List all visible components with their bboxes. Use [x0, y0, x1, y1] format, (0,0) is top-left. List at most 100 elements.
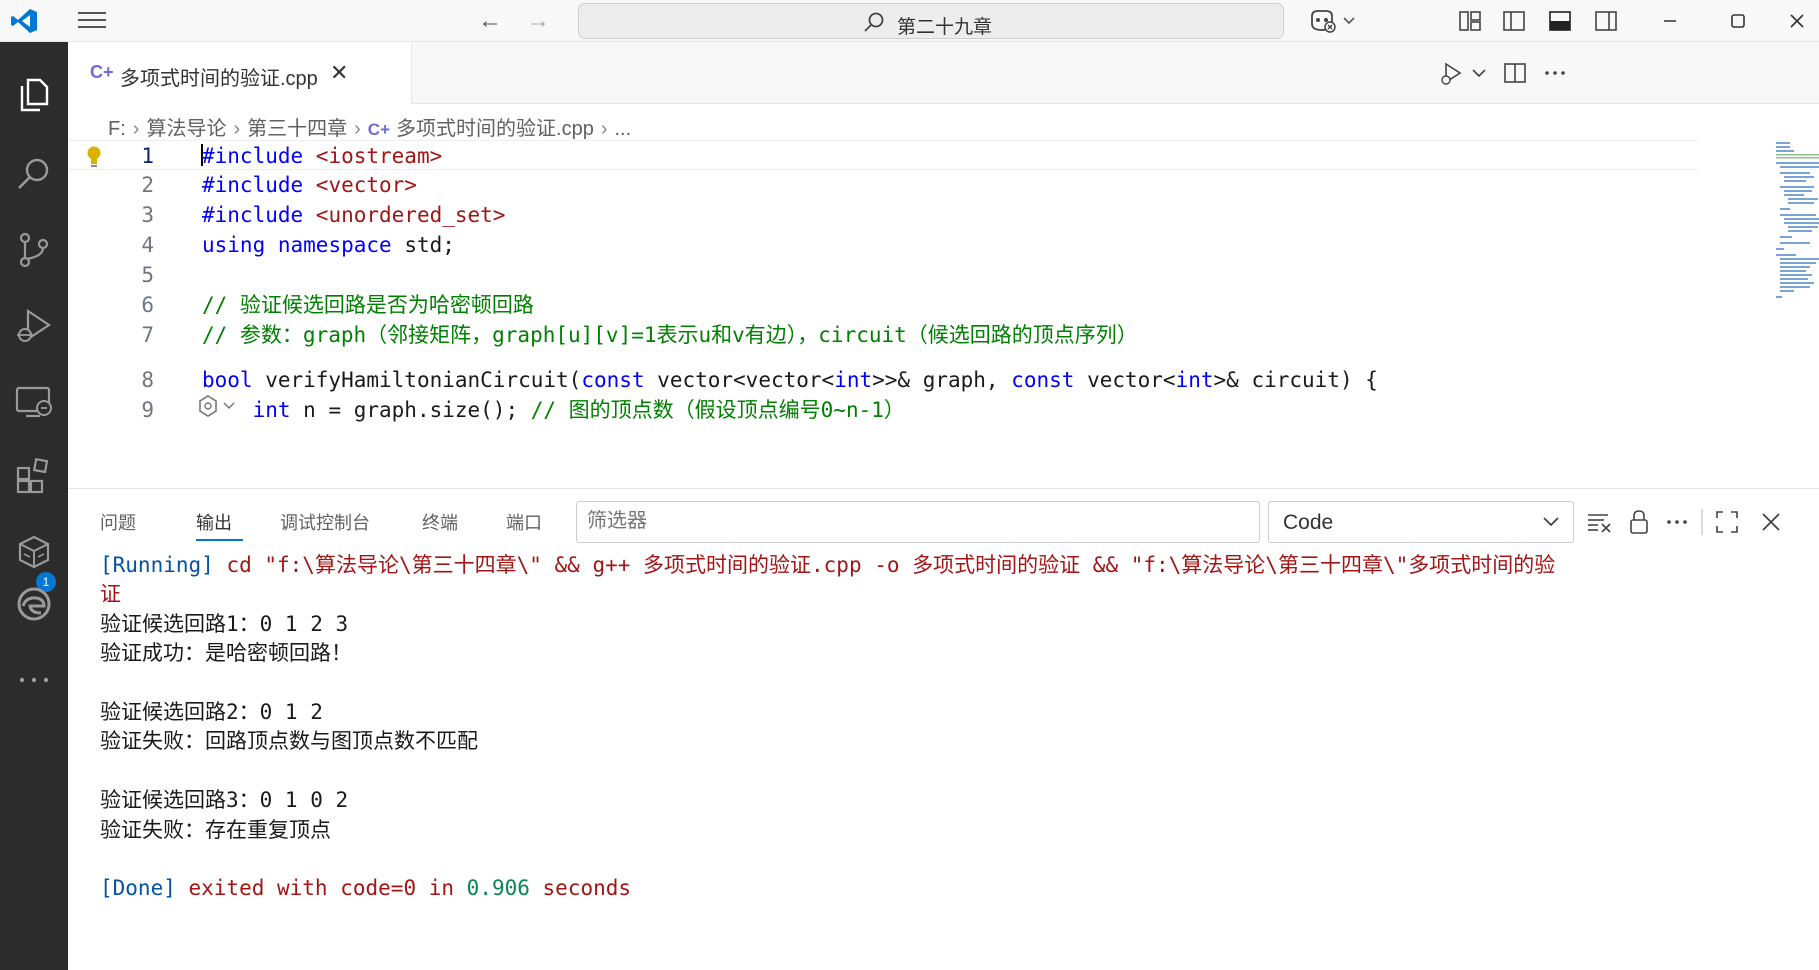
- breadcrumb-folder[interactable]: 算法导论: [146, 112, 226, 141]
- code-line[interactable]: 5: [68, 260, 1698, 290]
- code-token: bool: [202, 368, 253, 392]
- lock-scroll-icon[interactable]: [1626, 509, 1652, 535]
- run-debug-icon[interactable]: [14, 306, 54, 346]
- output-token: 0.906: [466, 876, 530, 901]
- filter-box[interactable]: [576, 501, 1260, 543]
- output-line: [Running] cd "f:\算法导论\第三十四章\" && g++ 多项式…: [100, 551, 1800, 580]
- toggle-panel-icon[interactable]: [1548, 9, 1572, 33]
- customize-layout-icon[interactable]: [1458, 9, 1482, 33]
- code-token: #include: [202, 173, 316, 197]
- vscode-logo-icon: [11, 9, 37, 33]
- code-line[interactable]: 4 using namespace std;: [68, 230, 1698, 260]
- code-token: vector<: [1074, 368, 1176, 392]
- line-text: int n = graph.size(); // 图的顶点数（假设顶点编号0~n…: [202, 395, 905, 425]
- line-text: using namespace std;: [202, 230, 455, 260]
- output-token: 验证候选回路2：0 1 2: [100, 699, 323, 724]
- toggle-primary-sidebar-icon[interactable]: [1502, 9, 1526, 33]
- toggle-secondary-sidebar-icon[interactable]: [1594, 9, 1618, 33]
- tab-debug-console[interactable]: 调试控制台: [280, 509, 370, 535]
- output-token: cd "f:\算法导论\第三十四章\" && g++ 多项式时间的验证.cpp …: [213, 553, 1556, 577]
- tab-problems[interactable]: 问题: [100, 509, 136, 535]
- output-channel-select[interactable]: Code: [1268, 501, 1574, 543]
- output-line: 验证失败：回路顶点数与图顶点数不匹配: [100, 727, 1800, 756]
- code-token: int: [834, 368, 873, 392]
- line-number: 2: [141, 173, 154, 197]
- maximize-icon[interactable]: [1727, 10, 1749, 32]
- code-line[interactable]: 9 int n = graph.size(); // 图的顶点数（假设顶点编号0…: [68, 395, 1698, 425]
- more-actions-icon[interactable]: [1542, 60, 1568, 86]
- chevron-right-icon: ›: [354, 118, 361, 140]
- testing-box-icon[interactable]: [14, 532, 54, 572]
- split-editor-icon[interactable]: [1502, 60, 1528, 86]
- breadcrumb-drive[interactable]: F:: [108, 118, 126, 141]
- chevron-right-icon: ›: [233, 118, 241, 140]
- code-token: int: [252, 398, 291, 422]
- code-token: <unordered_set>: [315, 203, 506, 227]
- output-line: 证: [100, 580, 1800, 609]
- edge-browser-icon[interactable]: [14, 584, 54, 624]
- code-token: <vector>: [315, 173, 417, 197]
- close-window-icon[interactable]: [1786, 10, 1808, 32]
- code-line[interactable]: 1 #include <iostream>: [68, 140, 1698, 170]
- forward-arrow-icon[interactable]: →: [526, 9, 550, 33]
- code-line[interactable]: 3 #include <unordered_set>: [68, 200, 1698, 230]
- output-log[interactable]: [Running] cd "f:\算法导论\第三十四章\" && g++ 多项式…: [100, 551, 1800, 904]
- activity-bar: 1: [0, 42, 68, 970]
- line-number: 4: [141, 233, 154, 257]
- output-token: [Running]: [100, 553, 214, 577]
- code-line[interactable]: 8 bool verifyHamiltonianCircuit(const vec…: [68, 365, 1698, 395]
- code-line[interactable]: 2 #include <vector>: [68, 170, 1698, 200]
- code-token: >>& graph,: [872, 368, 1012, 392]
- extensions-icon[interactable]: [14, 456, 54, 496]
- remote-explorer-icon[interactable]: [14, 382, 54, 422]
- minimize-icon[interactable]: [1659, 10, 1681, 32]
- code-line[interactable]: 6 // 验证候选回路是否为哈密顿回路: [68, 290, 1698, 320]
- minimap[interactable]: [1774, 140, 1819, 300]
- close-panel-icon[interactable]: [1758, 509, 1784, 535]
- command-center-search[interactable]: 第二十九章: [578, 3, 1284, 39]
- breadcrumb-subfolder[interactable]: 第三十四章: [247, 112, 347, 141]
- clear-output-icon[interactable]: [1586, 509, 1612, 535]
- run-dropdown-icon[interactable]: [1466, 60, 1492, 86]
- output-line: 验证失败：存在重复顶点: [100, 816, 1800, 845]
- cpp-file-icon: C+: [90, 62, 114, 82]
- source-control-icon[interactable]: [14, 230, 54, 270]
- tab-terminal[interactable]: 终端: [422, 509, 458, 535]
- menu-icon[interactable]: [78, 12, 106, 30]
- back-arrow-icon[interactable]: ←: [478, 9, 502, 33]
- tab-ports[interactable]: 端口: [506, 509, 542, 535]
- title-bar: ← → 第二十九章: [0, 0, 1819, 42]
- output-token: 证: [100, 582, 121, 607]
- explorer-icon[interactable]: [14, 74, 54, 114]
- output-token: 验证失败：回路顶点数与图顶点数不匹配: [100, 729, 478, 754]
- tab-output[interactable]: 输出: [196, 509, 232, 535]
- search-icon[interactable]: [14, 154, 54, 194]
- close-tab-icon[interactable]: ✕: [330, 60, 348, 86]
- filter-input[interactable]: [577, 502, 1237, 540]
- more-actions-icon[interactable]: [1664, 509, 1690, 535]
- run-code-icon[interactable]: [1438, 60, 1464, 86]
- code-line[interactable]: 7 // 参数：graph（邻接矩阵，graph[u][v]=1表示u和v有边），…: [68, 320, 1698, 350]
- more-icon[interactable]: [14, 660, 54, 700]
- output-token: seconds: [529, 876, 632, 901]
- code-editor[interactable]: 1 #include <iostream> 2 #include <vector> 3 #…: [68, 140, 1819, 488]
- code-token: namespace: [277, 233, 392, 257]
- line-text: #include <vector>: [202, 170, 417, 200]
- code-token: using: [202, 233, 266, 257]
- output-token: 验证候选回路1：0 1 2 3: [100, 611, 349, 636]
- output-channel-value: Code: [1283, 511, 1334, 534]
- editor-tab[interactable]: C+ 多项式时间的验证.cpp ✕: [68, 42, 412, 104]
- output-line: [Done] exited with code=0 in 0.906 secon…: [100, 874, 1800, 903]
- code-token: #include: [202, 144, 316, 168]
- bottom-panel: 问题 输出 调试控制台 终端 端口 Code [Running] cd "f:\…: [68, 488, 1819, 970]
- line-number: 6: [141, 293, 154, 317]
- search-icon: [864, 12, 884, 32]
- copilot-icon[interactable]: [1306, 8, 1358, 34]
- chevron-down-icon: [1543, 517, 1559, 527]
- separator: [1701, 509, 1703, 535]
- maximize-panel-icon[interactable]: [1714, 509, 1740, 535]
- breadcrumb-symbol[interactable]: ...: [615, 118, 632, 141]
- breadcrumb-file[interactable]: 多项式时间的验证.cpp: [396, 112, 594, 141]
